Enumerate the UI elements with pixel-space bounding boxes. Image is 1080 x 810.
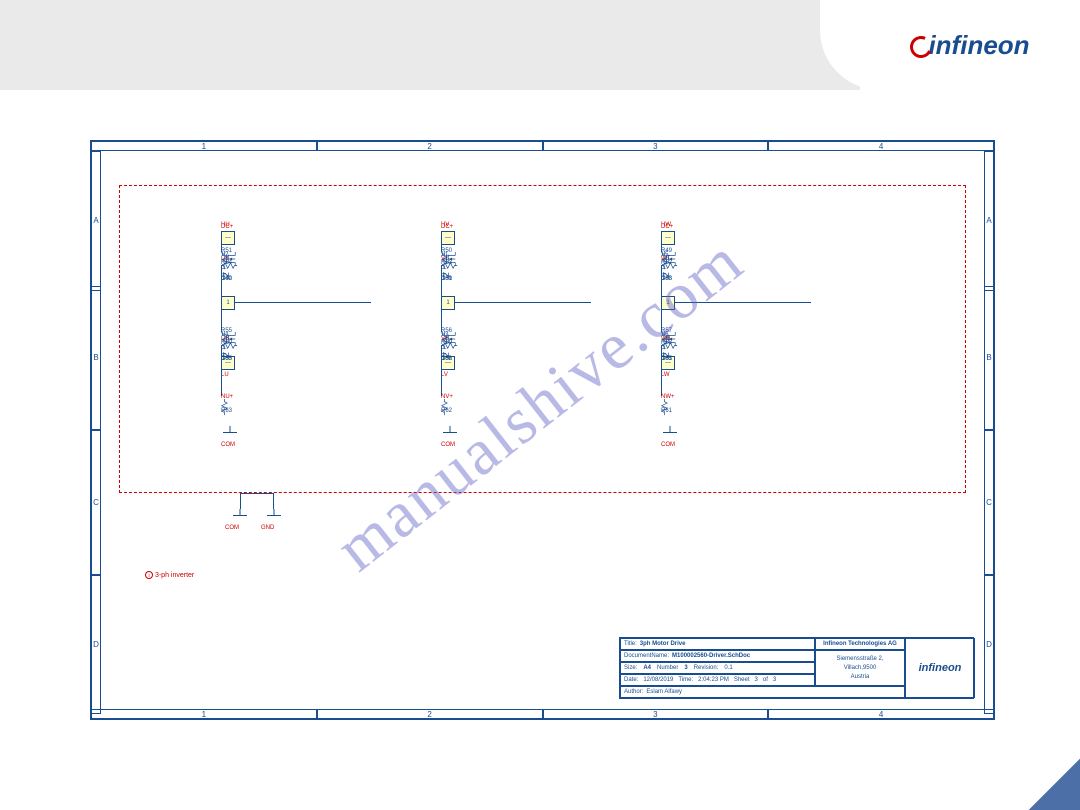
zone-top-2: 2 bbox=[317, 141, 543, 151]
zone-bot-2: 2 bbox=[317, 709, 543, 719]
gnd-icon bbox=[441, 426, 459, 440]
gnd-icon bbox=[661, 426, 679, 440]
port-phase: 1 bbox=[441, 296, 455, 310]
port-phase: 1 bbox=[221, 296, 235, 310]
zone-right-a: A bbox=[984, 151, 994, 291]
halfbridge-W: — HW WT R49 D63 C38 R52 1 V5 DC+ W 1 — L… bbox=[661, 216, 861, 476]
zone-bot-4: 4 bbox=[768, 709, 994, 719]
company-address: Siemensstraße 2, Villach,9500 Austria bbox=[815, 650, 905, 686]
zone-top-4: 4 bbox=[768, 141, 994, 151]
zone-left-a: A bbox=[91, 151, 101, 291]
zone-right-b: B bbox=[984, 286, 994, 431]
zone-right-d: D bbox=[984, 575, 994, 715]
schematic-sheet: 1 2 3 4 1 2 3 4 A B C D A B C D — HU UT … bbox=[90, 140, 995, 720]
doc-name: M100002560-Driver.SchDoc bbox=[672, 653, 750, 659]
drawing-area: — HU UT R51 D52 C40 R54 1 V2 DC+ U 1 — L… bbox=[101, 151, 984, 709]
gnd-icon bbox=[231, 509, 249, 523]
gnd-icon bbox=[265, 509, 283, 523]
logo-corner: infineon bbox=[860, 0, 1080, 90]
zone-top-1: 1 bbox=[91, 141, 317, 151]
zone-top-3: 3 bbox=[543, 141, 769, 151]
zone-right-c: C bbox=[984, 430, 994, 575]
zone-left-d: D bbox=[91, 575, 101, 715]
logo-text: infineon bbox=[928, 30, 1029, 60]
corner-decoration bbox=[970, 750, 1080, 810]
title: 3ph Motor Drive bbox=[640, 641, 686, 647]
halfbridge-U: — HU UT R51 D52 C40 R54 1 V2 DC+ U 1 — L… bbox=[221, 216, 421, 476]
halfbridge-V: — HV VT R50 D51 C39 R53 1 V1 DC+ V 1 — L… bbox=[441, 216, 641, 476]
net-com: COM bbox=[225, 525, 239, 531]
title-block: Title:3ph Motor Drive DocumentName:M1000… bbox=[619, 637, 974, 699]
net-gnd: GND bbox=[261, 525, 274, 531]
titleblock-logo: infineon bbox=[905, 638, 975, 698]
zone-bot-3: 3 bbox=[543, 709, 769, 719]
port-hi: — bbox=[441, 231, 455, 245]
port-phase: 1 bbox=[661, 296, 675, 310]
port-hi: — bbox=[221, 231, 235, 245]
infineon-logo: infineon bbox=[910, 30, 1029, 61]
zone-bot-1: 1 bbox=[91, 709, 317, 719]
zone-left-b: B bbox=[91, 286, 101, 431]
gnd-icon bbox=[221, 426, 239, 440]
designator-note: i 3-ph inverter bbox=[145, 571, 194, 579]
port-hi: — bbox=[661, 231, 675, 245]
zone-left-c: C bbox=[91, 430, 101, 575]
company-name: Infineon Technologies AG bbox=[815, 638, 905, 650]
